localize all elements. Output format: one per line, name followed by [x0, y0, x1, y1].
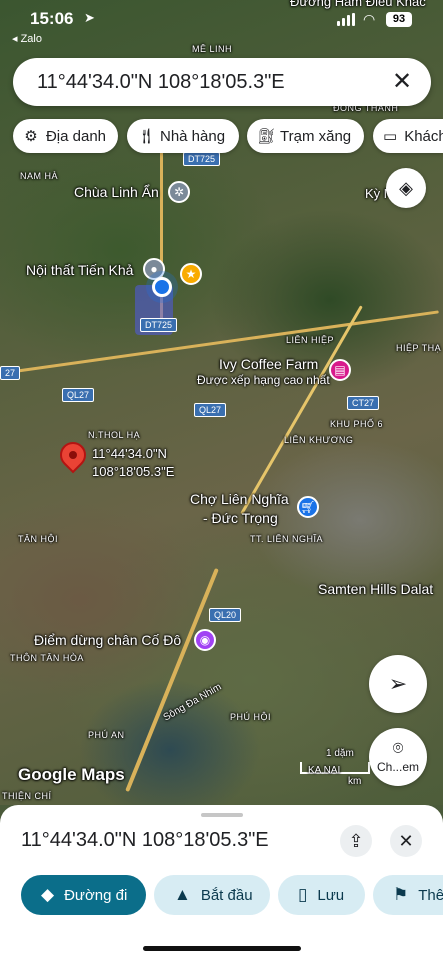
share-icon: ⇪ — [348, 831, 364, 851]
my-location-button[interactable]: ➢ — [369, 655, 427, 713]
start-label: Bắt đầu — [200, 886, 253, 904]
route-shield-ql27: QL27 — [62, 388, 95, 402]
scale-label-miles: 1 dặm — [326, 748, 354, 759]
hotel-icon[interactable]: ▤ — [329, 359, 351, 381]
start-button[interactable]: ▲ Bắt đầu — [154, 875, 270, 915]
bookmark-icon: ▯ — [298, 885, 308, 904]
label-text: Thê — [418, 886, 443, 904]
route-shield-ct27: CT27 — [347, 396, 380, 410]
map-label-cho-lien-nghia[interactable]: Chợ Liên Nghĩa — [190, 491, 289, 507]
save-label: Lưu — [317, 886, 345, 904]
chip-label: Địa danh — [45, 127, 106, 145]
close-sheet-button[interactable]: ✕ — [390, 825, 422, 857]
map-label-n-thol-ha: N.THOL HẠ — [88, 430, 141, 440]
lens-button[interactable]: ⌾ Ch...em — [369, 728, 427, 786]
navigation-arrow-icon: ▲ — [174, 885, 191, 904]
chip-label: Nhà hàng — [160, 127, 226, 145]
close-icon: ✕ — [398, 831, 414, 851]
status-time: 15:06 — [30, 9, 74, 28]
back-to-app-link[interactable]: ◂ Zalo — [12, 32, 42, 45]
map-label-phu-hoi: PHÚ HỘI — [230, 712, 272, 722]
location-arrow-icon: ➤ — [84, 10, 95, 25]
map-label-ka-nai: KA NAI — [308, 765, 341, 776]
wifi-icon: ◠ — [363, 11, 376, 27]
map-label-cho-lien-nghia-2: - Đức Trọng — [203, 510, 278, 526]
chip-landmark[interactable]: ⚙ Địa danh — [13, 119, 118, 153]
pin-label-lng: 108°18'05.3"E — [92, 464, 175, 479]
flag-icon: ⚑ — [393, 885, 409, 904]
temple-icon[interactable]: ✲ — [168, 181, 190, 203]
map-label-diem-dung[interactable]: Điểm dừng chân Cố Đô — [34, 632, 181, 648]
lens-icon: ⌾ — [392, 738, 404, 758]
map-label-lien-hiep: LIÊN HIỆP — [286, 335, 335, 345]
star-icon[interactable]: ★ — [180, 263, 202, 285]
share-button[interactable]: ⇪ — [340, 825, 372, 857]
lens-label: Ch...em — [376, 760, 419, 774]
map-label-lien-khuong: LIÊN KHƯƠNG — [284, 435, 354, 445]
map-label-khu-pho: KHU PHỐ 6 — [330, 419, 384, 429]
route-shield-ql20: QL20 — [209, 608, 242, 622]
signal-icon — [337, 13, 357, 26]
google-maps-logo: Google Maps — [18, 765, 125, 784]
directions-icon: ◆ — [41, 885, 55, 904]
map-label-hiep-thanh: HIỆP THẠ — [396, 343, 442, 353]
battery-icon: 93 — [386, 12, 412, 27]
scale-label-km: km — [348, 776, 362, 787]
layers-icon: ◈ — [399, 178, 413, 198]
chip-label: Trạm xăng — [280, 127, 352, 145]
route-shield-27: 27 — [0, 366, 21, 380]
sheet-grabber[interactable] — [201, 813, 243, 817]
close-icon[interactable]: ✕ — [387, 67, 417, 97]
directions-label: Đường đi — [64, 886, 128, 904]
map-label-chua-linh-an[interactable]: Chùa Linh Ẩn — [74, 184, 159, 200]
map-label-tt-lien-nghia: TT. LIÊN NGHĨA — [250, 534, 324, 544]
navigation-arrow-icon: ➢ — [388, 671, 408, 696]
road-ql20 — [125, 567, 219, 793]
chip-label: Khách — [404, 127, 443, 145]
restaurant-icon: 🍴︎ — [137, 128, 157, 145]
route-shield-ql27: QL27 — [194, 403, 227, 417]
hotel-icon: ▭ — [383, 128, 398, 145]
pin-label-lat: 11°44'34.0"N — [92, 446, 167, 461]
layers-button[interactable]: ◈ — [386, 168, 426, 208]
map-label-phu-an: PHÚ AN — [88, 730, 125, 740]
save-button[interactable]: ▯ Lưu — [278, 875, 365, 915]
route-shield-dt725: DT725 — [183, 152, 221, 166]
map-label-ivy-coffee[interactable]: Ivy Coffee Farm — [219, 356, 318, 372]
pin-center — [69, 451, 77, 459]
bottom-sheet[interactable]: 11°44'34.0"N 108°18'05.3"E ⇪ ✕ ◆ Đường đi… — [0, 805, 443, 959]
chip-restaurant[interactable]: 🍴︎ Nhà hàng — [127, 119, 239, 153]
map-label-samten[interactable]: Samten Hills Dalat — [318, 581, 433, 597]
landmark-icon: ⚙ — [24, 128, 38, 145]
shopping-cart-icon[interactable]: 🛒︎ — [297, 496, 319, 518]
camera-icon[interactable]: ◉ — [194, 629, 216, 651]
map-label-thien-chi: THIỆN CHÍ — [2, 791, 52, 801]
status-bar: 15:06 ➤ ◂ Zalo ◠ 93 — [0, 0, 443, 50]
label-button[interactable]: ⚑ Thê — [373, 875, 443, 915]
chip-gas-station[interactable]: ⛽︎ Trạm xăng — [247, 119, 364, 153]
current-location-icon — [152, 277, 172, 297]
route-shield-dt725: DT725 — [140, 318, 178, 332]
map-label-ivy-sub: Được xếp hạng cao nhất — [197, 373, 330, 387]
search-bar[interactable]: 11°44'34.0"N 108°18'05.3"E ✕ — [13, 58, 431, 106]
search-query[interactable]: 11°44'34.0"N 108°18'05.3"E — [37, 71, 285, 94]
chip-hotel[interactable]: ▭ Khách — [373, 119, 443, 153]
map-label-noi-that[interactable]: Nội thất Tiến Khả — [26, 262, 133, 278]
gas-station-icon: ⛽︎ — [257, 128, 277, 145]
map-label-tan-hoi: TÂN HỘI — [18, 534, 59, 544]
directions-button[interactable]: ◆ Đường đi — [21, 875, 146, 915]
map-label-thon-tan-hoa: THÔN TÂN HÒA — [10, 653, 84, 663]
place-title: 11°44'34.0"N 108°18'05.3"E — [21, 829, 269, 851]
home-indicator[interactable] — [143, 946, 301, 951]
map-label-nam-ha: NAM HÀ — [20, 171, 59, 181]
